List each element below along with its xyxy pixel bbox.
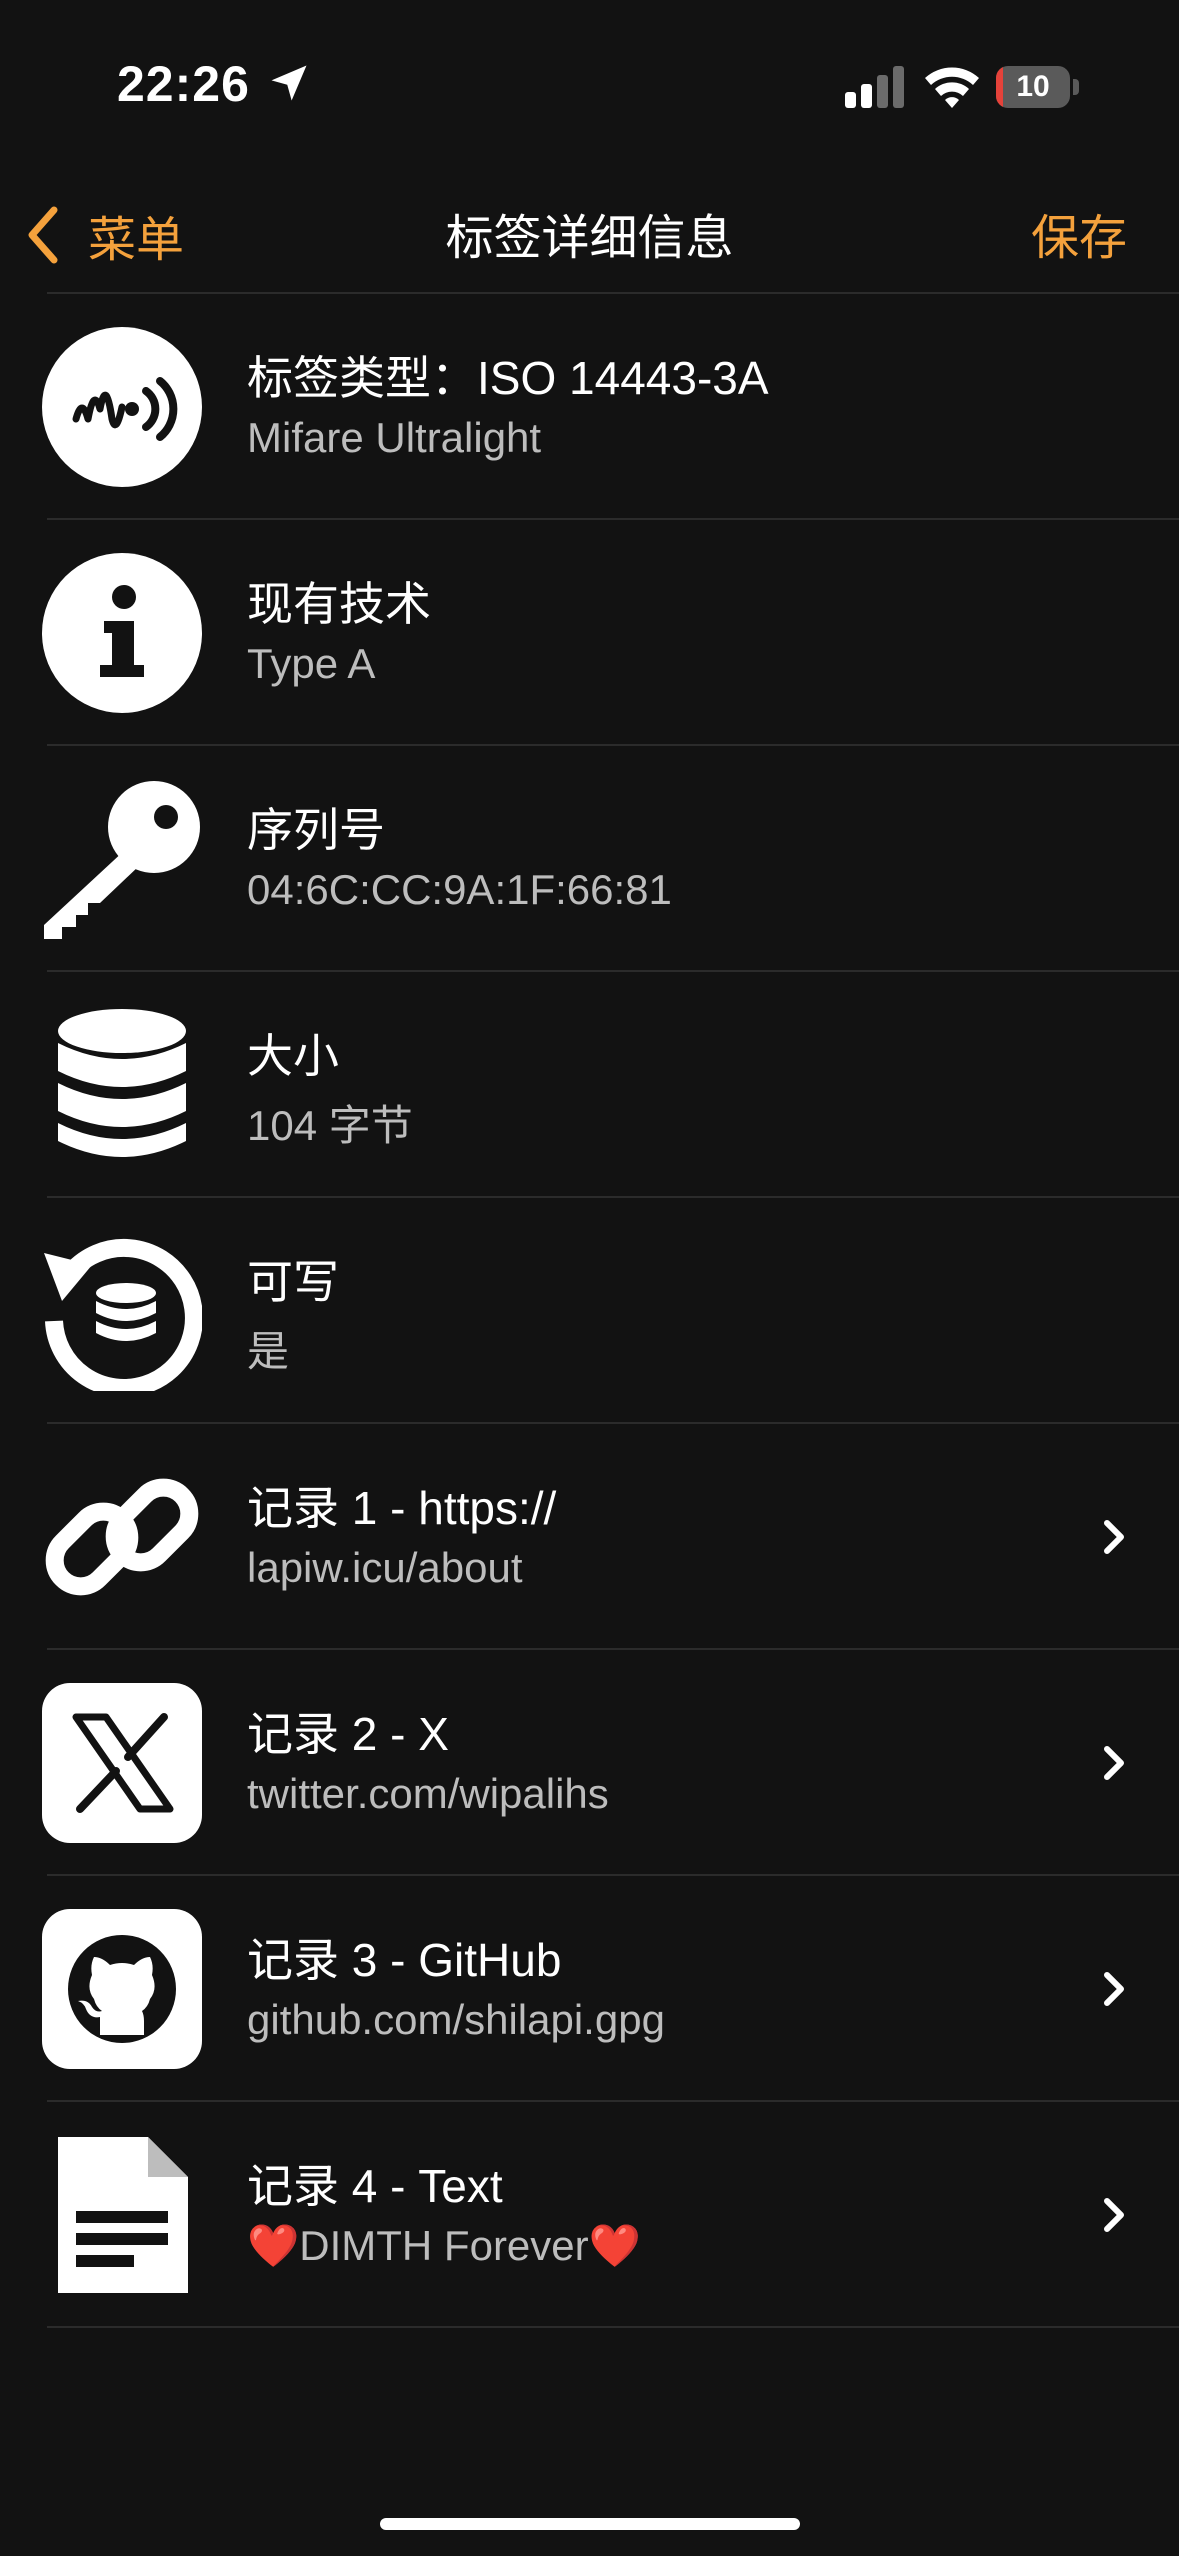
chevron-right-icon bbox=[1104, 1520, 1124, 1554]
row-subtitle: lapiw.icu/about bbox=[247, 1544, 523, 1591]
row-subtitle: 104 字节 bbox=[247, 1102, 413, 1149]
row-title: 序列号 bbox=[247, 804, 385, 856]
row-subtitle: Mifare Ultralight bbox=[247, 414, 542, 461]
row-subtitle: Type A bbox=[247, 640, 376, 687]
status-time: 22:26 bbox=[117, 56, 250, 112]
row-subtitle: 是 bbox=[247, 1328, 290, 1375]
wifi-icon bbox=[925, 67, 979, 108]
row-title: 大小 bbox=[247, 1030, 339, 1082]
home-indicator bbox=[380, 2518, 800, 2530]
x-logo-icon bbox=[42, 1683, 202, 1843]
page-title: 标签详细信息 bbox=[445, 212, 734, 265]
list-item-serial-number: 序列号 04:6C:CC:9A:1F:66:81 bbox=[0, 746, 1179, 972]
row-title: 记录 1 - https:// bbox=[247, 1482, 557, 1534]
list-item-record-2[interactable]: 记录 2 - X twitter.com/wipalihs bbox=[0, 1650, 1179, 1876]
chevron-right-icon bbox=[1104, 1972, 1124, 2006]
row-title: 记录 4 - Text bbox=[247, 2160, 503, 2212]
battery-percentage: 10 bbox=[1016, 70, 1050, 103]
list-item-record-3[interactable]: 记录 3 - GitHub github.com/shilapi.gpg bbox=[0, 1876, 1179, 2102]
status-bar: 22:26 10 bbox=[0, 0, 1179, 170]
row-title: 标签类型：ISO 14443-3A bbox=[247, 352, 769, 404]
row-subtitle: ❤️DIMTH Forever❤️ bbox=[247, 2222, 641, 2269]
list-item-record-1[interactable]: 记录 1 - https:// lapiw.icu/about bbox=[0, 1424, 1179, 1650]
chevron-right-icon bbox=[1104, 2198, 1124, 2232]
key-icon bbox=[44, 781, 200, 939]
chevron-right-icon bbox=[1104, 1746, 1124, 1780]
row-title: 记录 2 - X bbox=[247, 1708, 449, 1760]
row-title: 可写 bbox=[247, 1256, 339, 1308]
navigation-bar: 菜单 标签详细信息 保存 bbox=[0, 170, 1179, 294]
row-subtitle: 04:6C:CC:9A:1F:66:81 bbox=[247, 866, 672, 913]
location-arrow-icon bbox=[271, 65, 307, 101]
list-item-record-4[interactable]: 记录 4 - Text ❤️DIMTH Forever❤️ bbox=[0, 2102, 1179, 2328]
database-icon bbox=[58, 1009, 186, 1157]
nfc-wave-icon bbox=[42, 327, 202, 487]
row-subtitle: twitter.com/wipalihs bbox=[247, 1770, 609, 1817]
github-icon bbox=[42, 1909, 202, 2069]
list-item-size: 大小 104 字节 bbox=[0, 972, 1179, 1198]
cellular-signal-icon bbox=[845, 66, 904, 108]
row-subtitle: github.com/shilapi.gpg bbox=[247, 1996, 665, 2043]
rewrite-database-icon bbox=[44, 1239, 202, 1391]
info-icon bbox=[42, 553, 202, 713]
row-title: 现有技术 bbox=[247, 578, 431, 630]
list-item-technology: 现有技术 Type A bbox=[0, 520, 1179, 746]
list-item-tag-type: 标签类型：ISO 14443-3A Mifare Ultralight bbox=[0, 294, 1179, 520]
row-title: 记录 3 - GitHub bbox=[247, 1934, 562, 1986]
link-icon bbox=[45, 1478, 199, 1596]
battery-indicator: 10 bbox=[996, 66, 1080, 108]
list-item-writable: 可写 是 bbox=[0, 1198, 1179, 1424]
document-icon bbox=[58, 2137, 188, 2293]
save-button[interactable]: 保存 bbox=[1031, 198, 1127, 268]
